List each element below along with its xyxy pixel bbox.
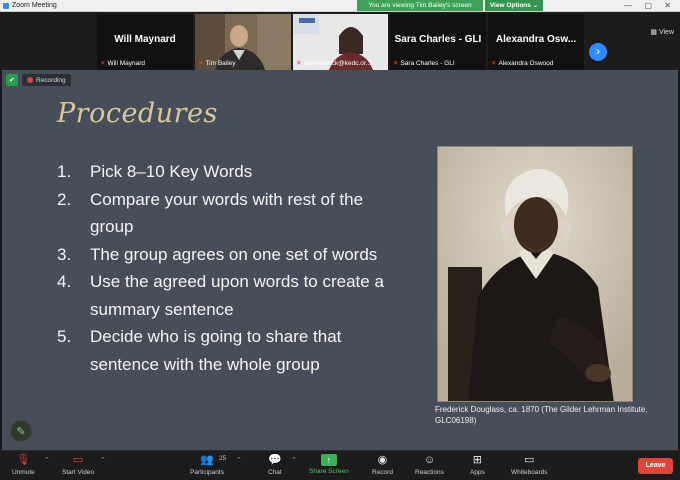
- video-options-caret-icon[interactable]: ⌃: [100, 456, 106, 464]
- participant-name: Alexandra Osw...: [495, 34, 577, 45]
- audio-options-caret-icon[interactable]: ⌃: [44, 456, 50, 464]
- apps-label: Apps: [470, 469, 485, 476]
- view-options-button[interactable]: View Options ⌄: [485, 0, 543, 11]
- participant-label-text: kajmhedrick@kedc.or...: [303, 59, 372, 67]
- participants-label: Participants: [190, 469, 224, 476]
- record-dot-icon: [27, 77, 33, 83]
- presentation-slide: ✔ Recording Procedures 1. Pick 8–10 Key …: [2, 70, 678, 450]
- list-number: 5.: [57, 327, 72, 346]
- portrait-image: [437, 146, 633, 402]
- whiteboards-button[interactable]: ▭ Whiteboards: [511, 453, 548, 476]
- unmute-button[interactable]: 🎙 Unmute: [12, 453, 35, 476]
- participant-label: ✕ Tim Bailey: [198, 59, 236, 68]
- list-number: 4.: [57, 272, 72, 291]
- list-item: 2. Compare your words with rest of the g…: [57, 186, 387, 241]
- participant-tile[interactable]: ✕ Tim Bailey: [195, 14, 291, 70]
- view-layout-button[interactable]: ▦ View: [650, 28, 674, 36]
- whiteboards-label: Whiteboards: [511, 469, 548, 476]
- whiteboard-icon: ▭: [524, 454, 535, 466]
- slide-title: Procedures: [57, 98, 218, 129]
- leave-button[interactable]: Leave: [638, 458, 673, 474]
- participant-label-text: Alexandra Oswood: [498, 59, 554, 67]
- participants-options-caret-icon[interactable]: ⌃: [236, 456, 242, 464]
- unmute-label: Unmute: [12, 469, 35, 476]
- start-video-button[interactable]: ▭ Start Video: [62, 453, 94, 476]
- viewing-screen-banner: You are viewing Tim Bailey's screen: [357, 0, 483, 11]
- share-screen-arrow-icon: ↑: [320, 454, 337, 466]
- share-banner: You are viewing Tim Bailey's screen View…: [357, 0, 557, 11]
- record-icon: ◉: [377, 454, 388, 466]
- participant-label: ✕ Sara Charles - GLI: [393, 59, 455, 68]
- list-number: 3.: [57, 244, 72, 264]
- chat-bubble-icon: 💬: [268, 454, 282, 466]
- participant-name: Will Maynard: [114, 34, 176, 45]
- list-number: 1.: [57, 162, 72, 181]
- participant-label: ✕ kajmhedrick@kedc.or...: [296, 59, 372, 68]
- participant-tile[interactable]: Alexandra Osw... ✕ Alexandra Oswood: [488, 14, 584, 70]
- window-titlebar: Zoom Meeting — ▢ ✕: [0, 0, 680, 12]
- list-text: The group agrees on one set of words: [90, 244, 378, 264]
- reactions-button[interactable]: ☺ Reactions: [415, 453, 444, 476]
- record-button[interactable]: ◉ Record: [372, 453, 393, 476]
- participant-strip: Will Maynard ✕ Will Maynard ✕ Tim Bailey: [0, 12, 680, 70]
- participant-label-text: Sara Charles - GLI: [400, 59, 455, 67]
- reactions-label: Reactions: [415, 469, 444, 476]
- share-screen-button[interactable]: ↑ Share Screen: [309, 453, 349, 475]
- apps-button[interactable]: ⊞ Apps: [470, 453, 485, 476]
- meeting-toolbar: 🎙 Unmute ⌃ ▭ Start Video ⌃ 👥 Participant…: [0, 450, 680, 480]
- participant-tile[interactable]: Will Maynard ✕ Will Maynard: [97, 14, 193, 70]
- muted-mic-icon: ✕: [296, 60, 302, 67]
- muted-mic-icon: ✕: [100, 60, 106, 67]
- participant-label: ✕ Alexandra Oswood: [491, 59, 554, 68]
- participant-tile[interactable]: ✕ kajmhedrick@kedc.or...: [293, 14, 388, 70]
- procedure-list: 1. Pick 8–10 Key Words 2. Compare your w…: [57, 158, 387, 378]
- image-caption: Frederick Douglass, ca. 1870 (The Gilder…: [435, 405, 648, 425]
- participant-tile[interactable]: Sara Charles - GLI ✕ Sara Charles - GLI: [390, 14, 486, 70]
- muted-mic-icon: ✕: [393, 60, 399, 67]
- list-text: Pick 8–10 Key Words: [90, 162, 253, 181]
- list-item: 3. The group agrees on one set of words: [57, 241, 387, 269]
- muted-mic-icon: 🎙: [16, 454, 31, 466]
- list-item: 5. Decide who is going to share that sen…: [57, 323, 387, 378]
- chat-button[interactable]: 💬 Chat: [268, 453, 282, 476]
- list-item: 4. Use the agreed upon words to create a…: [57, 268, 387, 323]
- participant-label-text: Will Maynard: [107, 59, 146, 67]
- record-label: Record: [372, 469, 393, 476]
- recording-pill[interactable]: Recording: [22, 74, 71, 86]
- video-off-icon: ▭: [72, 454, 84, 466]
- reactions-icon: ☺: [423, 454, 436, 466]
- list-text: Use the agreed upon words to create a su…: [90, 272, 384, 319]
- participant-label: ✕ Will Maynard: [100, 59, 146, 68]
- chat-label: Chat: [268, 469, 282, 476]
- apps-icon: ⊞: [472, 454, 483, 466]
- participants-count: 25: [219, 455, 227, 462]
- shared-screen-area: ✔ Recording Procedures 1. Pick 8–10 Key …: [0, 70, 680, 450]
- list-text: Decide who is going to share that senten…: [90, 327, 342, 374]
- list-number: 2.: [57, 189, 72, 209]
- muted-mic-icon: ✕: [491, 60, 497, 67]
- participants-icon: 👥: [200, 454, 214, 466]
- window-controls[interactable]: — ▢ ✕: [624, 0, 676, 12]
- zoom-logo-icon: [3, 3, 9, 9]
- list-item: 1. Pick 8–10 Key Words: [57, 158, 387, 186]
- muted-mic-icon: ✕: [198, 60, 204, 67]
- participant-name: Sara Charles - GLI: [394, 34, 482, 45]
- start-video-label: Start Video: [62, 469, 95, 476]
- annotate-pencil-icon[interactable]: ✎: [10, 420, 32, 442]
- next-page-arrow-icon[interactable]: ›: [589, 43, 607, 61]
- window-title: Zoom Meeting: [12, 2, 57, 9]
- shield-icon[interactable]: ✔: [6, 74, 18, 86]
- share-screen-label: Share Screen: [309, 468, 349, 475]
- chat-options-caret-icon[interactable]: ⌃: [291, 456, 297, 464]
- recording-label: Recording: [36, 76, 66, 84]
- recording-indicator: ✔ Recording: [6, 73, 71, 87]
- list-text: Compare your words with rest of the grou…: [90, 189, 364, 237]
- participant-label-text: Tim Bailey: [205, 59, 236, 67]
